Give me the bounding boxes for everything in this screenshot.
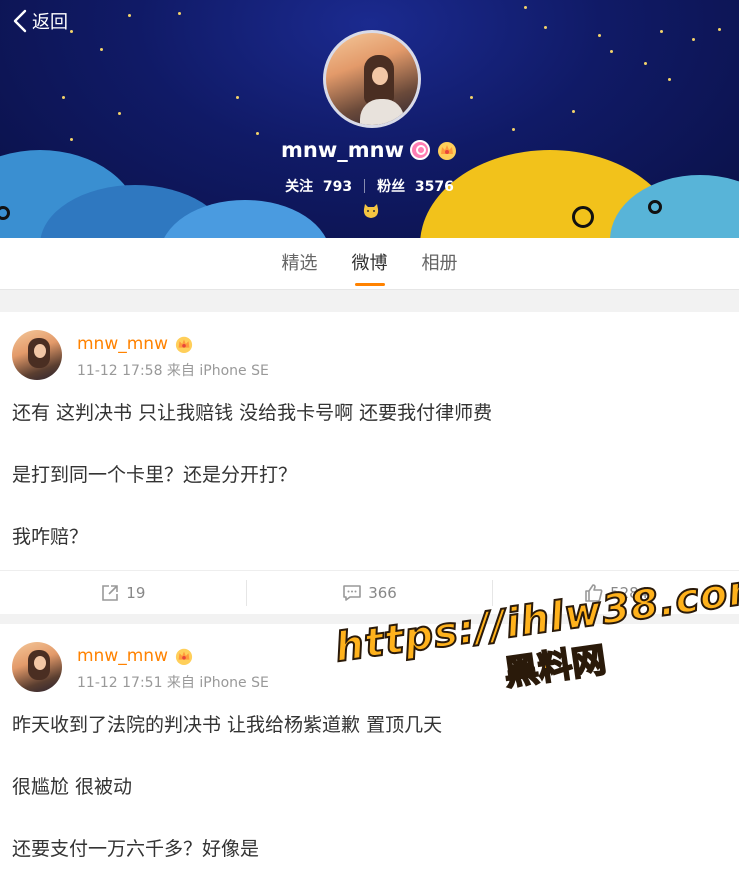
avatar[interactable] xyxy=(323,30,421,128)
post-card: mnw_mnw 11-12 17:58 来自 iPhone SE 还有 这判决书… xyxy=(0,312,739,614)
crown-badge-icon xyxy=(437,142,456,160)
crown-badge-icon xyxy=(175,648,193,665)
profile-header: 返回 mnw_mnw 关注 793 粉丝 3576 xyxy=(0,0,739,238)
crown-badge-icon xyxy=(175,336,193,353)
post-text-line: 是打到同一个卡里？还是分开打？ xyxy=(12,464,298,486)
profile-stats: 关注 793 粉丝 3576 xyxy=(0,176,739,196)
profile-name-row: mnw_mnw xyxy=(0,138,739,162)
chevron-left-icon xyxy=(13,9,27,33)
tab-weibo[interactable]: 微博 xyxy=(352,238,388,290)
tab-album[interactable]: 相册 xyxy=(422,238,458,290)
post-text-line: 很尴尬 很被动 xyxy=(12,776,133,798)
comment-button[interactable]: 366 xyxy=(245,579,493,606)
tab-featured[interactable]: 精选 xyxy=(282,238,318,290)
comment-icon xyxy=(343,584,361,601)
followers-stat[interactable]: 粉丝 3576 xyxy=(377,176,454,196)
post-author[interactable]: mnw_mnw xyxy=(77,646,194,666)
following-stat[interactable]: 关注 793 xyxy=(285,176,352,196)
post-body: 昨天收到了法院的判决书 让我给杨紫道歉 置顶几天 很尴尬 很被动 还要支付一万六… xyxy=(12,710,727,892)
post-text-line: 还有 这判决书 只让我赔钱 没给我卡号啊 还要我付律师费 xyxy=(12,402,493,424)
back-button[interactable]: 返回 xyxy=(12,8,68,34)
avatar[interactable] xyxy=(12,330,62,380)
profile-tabs: 精选 微博 相册 xyxy=(0,238,739,290)
post-meta: 11-12 17:51 来自 iPhone SE xyxy=(77,675,269,691)
repost-button[interactable]: 19 xyxy=(0,580,246,606)
cat-icon xyxy=(363,204,379,218)
back-label: 返回 xyxy=(32,12,68,33)
avatar[interactable] xyxy=(12,642,62,692)
verified-badge-icon xyxy=(409,140,430,160)
post-author[interactable]: mnw_mnw xyxy=(77,334,194,354)
divider xyxy=(364,179,366,193)
repost-icon xyxy=(102,584,119,601)
profile-username: mnw_mnw xyxy=(281,138,404,162)
post-body: 还有 这判决书 只让我赔钱 没给我卡号啊 还要我付律师费 是打到同一个卡里？还是… xyxy=(12,398,727,584)
post-meta: 11-12 17:58 来自 iPhone SE xyxy=(77,363,269,379)
post-text-line: 还要支付一万六千多？好像是 xyxy=(12,838,260,860)
